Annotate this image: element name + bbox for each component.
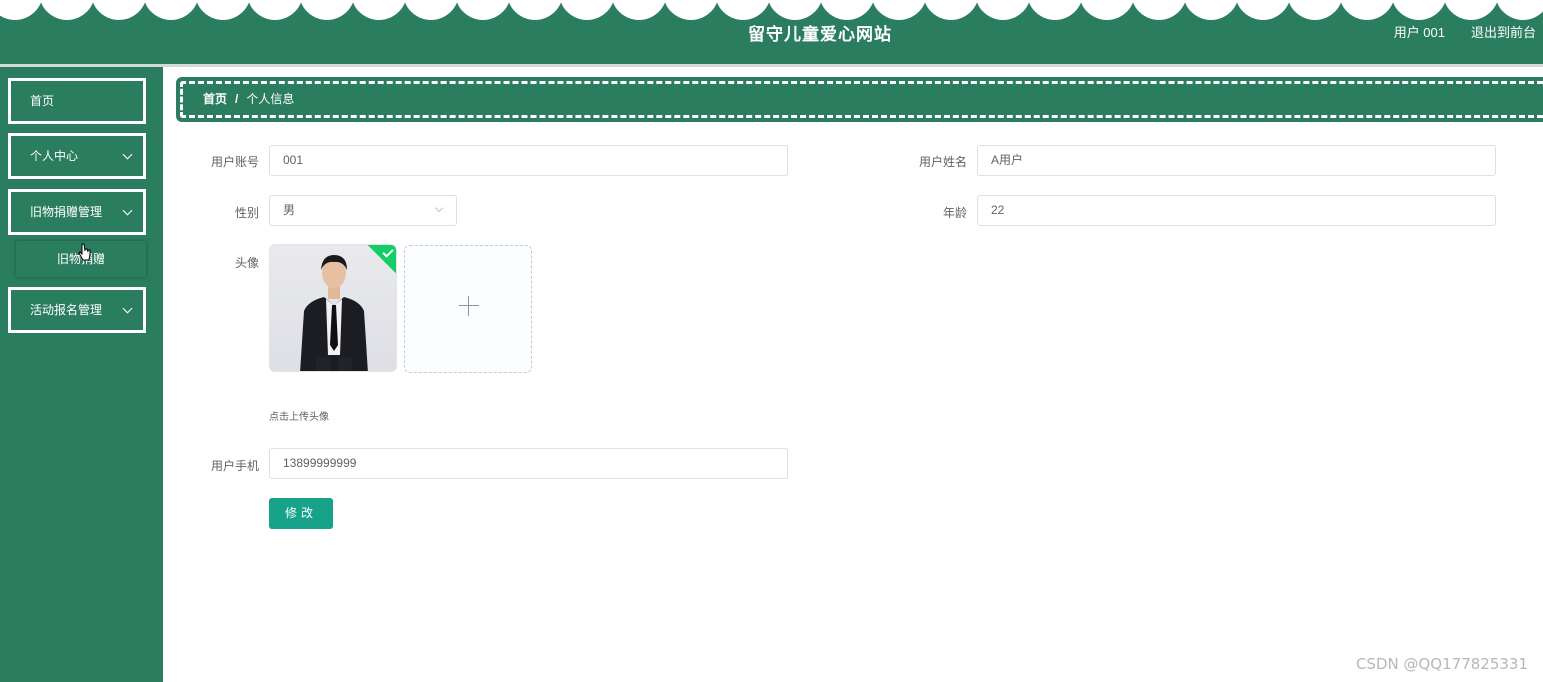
avatar-image[interactable] (269, 244, 397, 372)
exit-to-front-link[interactable]: 退出到前台 (1471, 22, 1536, 41)
sidebar-item-label: 活动报名管理 (30, 303, 103, 317)
gender-select[interactable]: 男 (269, 195, 457, 226)
age-input[interactable]: 22 (977, 195, 1496, 226)
account-label: 用户账号 (210, 155, 259, 169)
modify-button[interactable]: 修改 (269, 498, 333, 529)
chevron-down-icon (122, 205, 133, 216)
sidebar-item-home[interactable]: 首页 (8, 78, 146, 124)
watermark: CSDN @QQ177825331 (1355, 655, 1528, 673)
current-user: 用户 001 (1393, 25, 1445, 40)
scallop-decoration (0, 0, 1543, 20)
sidebar-item-label: 首页 (30, 94, 55, 108)
person-photo (300, 255, 368, 371)
sidebar-item-activity-signup-management[interactable]: 活动报名管理 (8, 287, 146, 333)
hand-pointer-icon (78, 243, 91, 261)
breadcrumb-current: 个人信息 (246, 92, 295, 106)
avatar-upload-button[interactable] (404, 245, 532, 373)
gender-label: 性别 (234, 206, 259, 220)
phone-input[interactable]: 13899999999 (269, 448, 788, 479)
sidebar-item-donation-management[interactable]: 旧物捐赠管理 (8, 189, 146, 235)
top-header: 留守儿童爱心网站 用户 001 退出到前台 (0, 0, 1543, 64)
chevron-down-icon (434, 203, 444, 213)
avatar-label: 头像 (234, 256, 259, 270)
chevron-down-icon (122, 149, 133, 160)
age-label: 年龄 (942, 206, 967, 220)
breadcrumb-separator: / (235, 92, 239, 106)
sidebar-item-label: 个人中心 (30, 149, 79, 163)
breadcrumb: 首页 / 个人信息 (176, 77, 1543, 122)
breadcrumb-inner: 首页 / 个人信息 (180, 81, 1543, 118)
header-divider (0, 64, 1543, 67)
phone-label: 用户手机 (210, 459, 259, 473)
gender-selected-value: 男 (283, 203, 296, 217)
breadcrumb-home-link[interactable]: 首页 (203, 92, 227, 106)
sidebar-item-label: 旧物捐赠管理 (30, 205, 103, 219)
name-label: 用户姓名 (918, 155, 967, 169)
site-title: 留守儿童爱心网站 (748, 25, 892, 44)
name-input[interactable]: A用户 (977, 145, 1496, 176)
chevron-down-icon (122, 303, 133, 314)
plus-icon (459, 305, 479, 306)
sidebar: 首页 个人中心 旧物捐赠管理 旧物捐赠 活动报名管理 (0, 67, 163, 682)
sidebar-item-personal-center[interactable]: 个人中心 (8, 133, 146, 179)
avatar-upload-tip: 点击上传头像 (269, 412, 329, 423)
account-input[interactable]: 001 (269, 145, 788, 176)
